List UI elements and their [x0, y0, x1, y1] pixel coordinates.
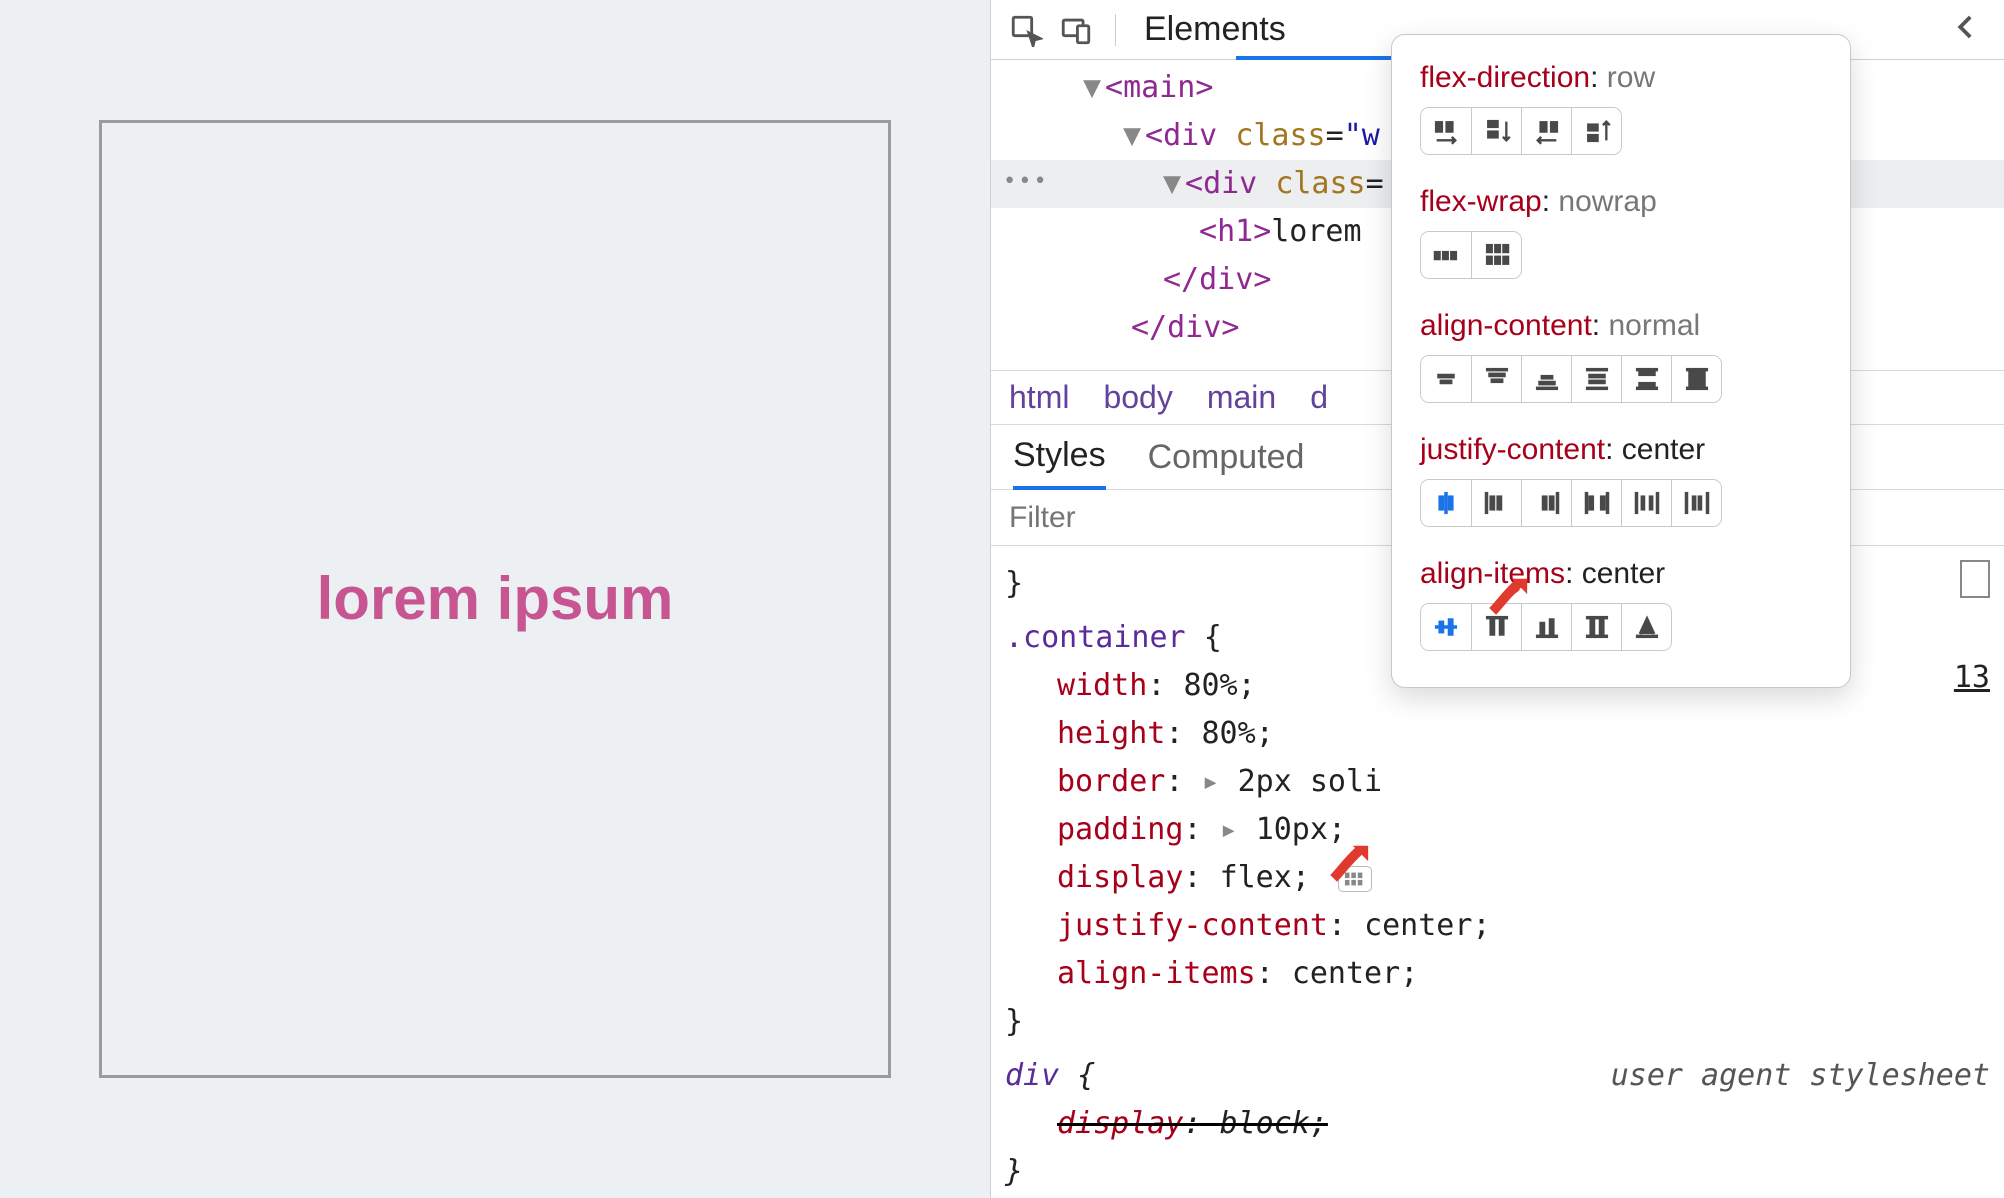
decl-border[interactable]: border: ▸ 2px soli [1005, 758, 1990, 806]
align-items-stretch-icon[interactable] [1571, 604, 1621, 650]
label-align-items: align-items: center [1420, 557, 1822, 591]
flex-wrap-wrap-icon[interactable] [1471, 232, 1521, 278]
flex-wrap-nowrap-icon[interactable] [1421, 232, 1471, 278]
flex-direction-column-reverse-icon[interactable] [1571, 108, 1621, 154]
decl-ua-display: display: block; [1005, 1100, 1990, 1148]
flex-direction-row-reverse-icon[interactable] [1521, 108, 1571, 154]
decl-display[interactable]: display: flex; [1005, 854, 1990, 902]
elements-tab-underline [1236, 56, 1396, 60]
align-content-space-between-icon[interactable] [1621, 356, 1671, 402]
flex-direction-column-icon[interactable] [1471, 108, 1521, 154]
breadcrumb-d[interactable]: d [1310, 379, 1328, 416]
justify-content-space-evenly-icon[interactable] [1671, 480, 1721, 526]
section-flex-wrap: flex-wrap: nowrap [1420, 185, 1822, 279]
align-content-center-icon[interactable] [1421, 356, 1471, 402]
label-flex-wrap: flex-wrap: nowrap [1420, 185, 1822, 219]
label-flex-direction: flex-direction: row [1420, 61, 1822, 95]
align-content-stretch-icon[interactable] [1671, 356, 1721, 402]
flex-direction-options [1420, 107, 1622, 155]
subtab-computed[interactable]: Computed [1148, 425, 1305, 490]
subtab-styles[interactable]: Styles [1013, 425, 1106, 490]
justify-content-center-icon[interactable] [1421, 480, 1471, 526]
side-box-icon [1960, 560, 1990, 598]
rule-div-ua[interactable]: user agent stylesheet div { display: blo… [1005, 1052, 1990, 1196]
page-viewport: lorem ipsum [0, 0, 990, 1198]
container-box: lorem ipsum [99, 120, 891, 1078]
tab-elements[interactable]: Elements [1130, 0, 1300, 60]
devtools-panel: Elements ▼<main> ▼<div class="w ▼<div cl… [990, 0, 2004, 1198]
section-justify-content: justify-content: center [1420, 433, 1822, 569]
align-items-end-icon[interactable] [1521, 604, 1571, 650]
device-toggle-icon[interactable] [1051, 5, 1101, 55]
content-heading: lorem ipsum [317, 564, 674, 633]
align-content-start-icon[interactable] [1471, 356, 1521, 402]
justify-content-end-icon[interactable] [1521, 480, 1571, 526]
label-justify-content: justify-content: center [1420, 433, 1822, 467]
flexbox-editor-popover: flex-direction: row flex-wrap: nowrap [1391, 34, 1851, 688]
align-content-options [1420, 355, 1722, 403]
breadcrumb-main[interactable]: main [1207, 379, 1276, 416]
breadcrumb-body[interactable]: body [1103, 379, 1172, 416]
align-content-space-around-icon[interactable] [1571, 356, 1621, 402]
decl-height[interactable]: height: 80%; [1005, 710, 1990, 758]
inspect-element-icon[interactable] [1001, 5, 1051, 55]
section-align-content: align-content: normal [1420, 309, 1822, 403]
toolbar-separator [1115, 14, 1116, 46]
flex-direction-row-icon[interactable] [1421, 108, 1471, 154]
justify-content-space-around-icon[interactable] [1621, 480, 1671, 526]
label-align-content: align-content: normal [1420, 309, 1822, 343]
justify-content-start-icon[interactable] [1471, 480, 1521, 526]
breadcrumb-html[interactable]: html [1009, 379, 1069, 416]
decl-justify-content[interactable]: justify-content: center; [1005, 902, 1990, 950]
section-flex-direction: flex-direction: row [1420, 61, 1822, 155]
align-items-center-icon[interactable] [1421, 604, 1471, 650]
flex-editor-icon[interactable] [1338, 866, 1372, 892]
align-items-start-icon[interactable] [1471, 604, 1521, 650]
app-root: lorem ipsum Elements [0, 0, 2004, 1198]
decl-align-items[interactable]: align-items: center; [1005, 950, 1990, 998]
user-agent-label: user agent stylesheet [1611, 1052, 1990, 1100]
justify-content-space-between-icon[interactable] [1571, 480, 1621, 526]
align-items-options [1420, 603, 1672, 651]
section-align-items: align-items: center [1420, 557, 1822, 651]
align-items-baseline-icon[interactable] [1621, 604, 1671, 650]
align-content-end-icon[interactable] [1521, 356, 1571, 402]
decl-padding[interactable]: padding: ▸ 10px; [1005, 806, 1990, 854]
close-icon[interactable] [1944, 7, 1994, 52]
source-file-link[interactable]: 13 [1954, 660, 1990, 695]
flex-wrap-options [1420, 231, 1522, 279]
justify-content-options [1420, 479, 1722, 527]
